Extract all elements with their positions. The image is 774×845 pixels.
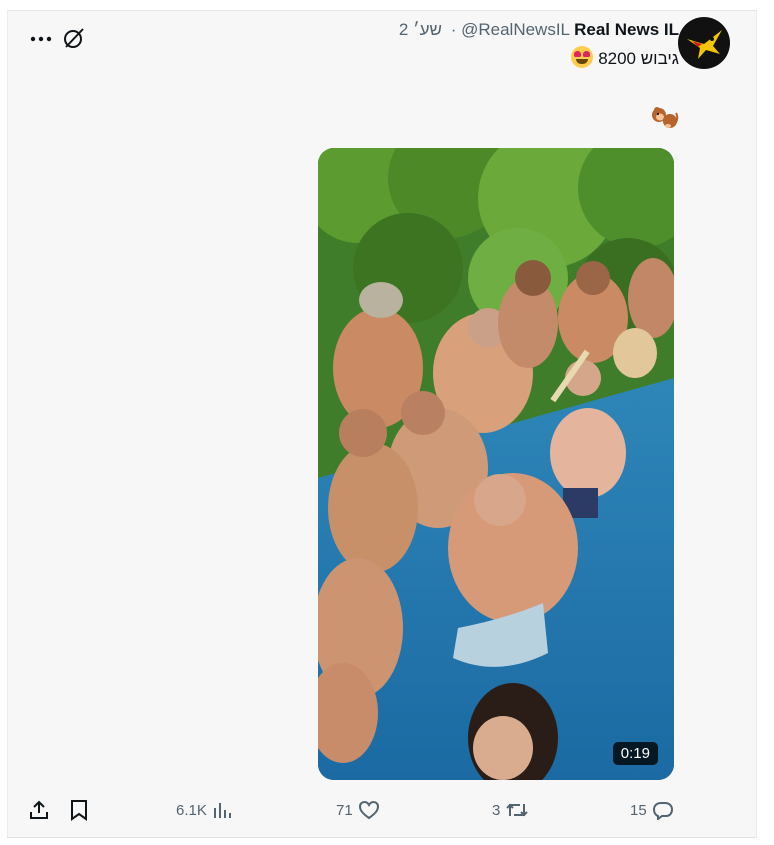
user-handle[interactable]: @RealNewsIL xyxy=(461,20,569,39)
analytics-icon xyxy=(213,803,231,818)
divider xyxy=(7,837,755,838)
like-button[interactable]: 71 xyxy=(336,797,380,823)
reply-button[interactable]: 15 xyxy=(630,797,674,823)
retweet-button[interactable]: 3 xyxy=(492,797,529,823)
likes-count: 71 xyxy=(336,801,353,819)
separator-dot: · xyxy=(450,20,457,39)
tweet-text: גיבוש 8200 xyxy=(567,46,679,72)
tweet-header: 2 שע׳ · @RealNewsIL Real News IL xyxy=(399,18,679,42)
video-thumbnail xyxy=(318,148,674,780)
replies-count: 15 xyxy=(630,801,647,819)
retweets-count: 3 xyxy=(492,801,501,819)
heart-icon xyxy=(358,800,379,820)
retweet-icon xyxy=(506,803,529,817)
bookmark-icon[interactable] xyxy=(69,799,89,826)
views-count: 6.1K xyxy=(176,801,207,819)
avatar[interactable] xyxy=(678,17,730,69)
monkey-emoji-icon xyxy=(651,104,679,130)
views-button[interactable]: 6.1K xyxy=(176,797,232,823)
reply-icon xyxy=(652,802,673,820)
tweet-text-content: גיבוש 8200 xyxy=(598,49,679,68)
grok-icon[interactable] xyxy=(62,26,86,50)
video-duration: 0:19 xyxy=(612,742,658,765)
video-player[interactable]: 0:19 xyxy=(318,148,674,780)
display-name[interactable]: Real News IL xyxy=(574,20,679,39)
more-horizontal-icon[interactable] xyxy=(30,32,52,44)
heart-eyes-emoji-icon xyxy=(571,46,594,68)
bird-logo-icon xyxy=(679,18,729,68)
share-icon[interactable] xyxy=(28,799,50,826)
tweet-time[interactable]: 2 שע׳ xyxy=(399,20,442,39)
